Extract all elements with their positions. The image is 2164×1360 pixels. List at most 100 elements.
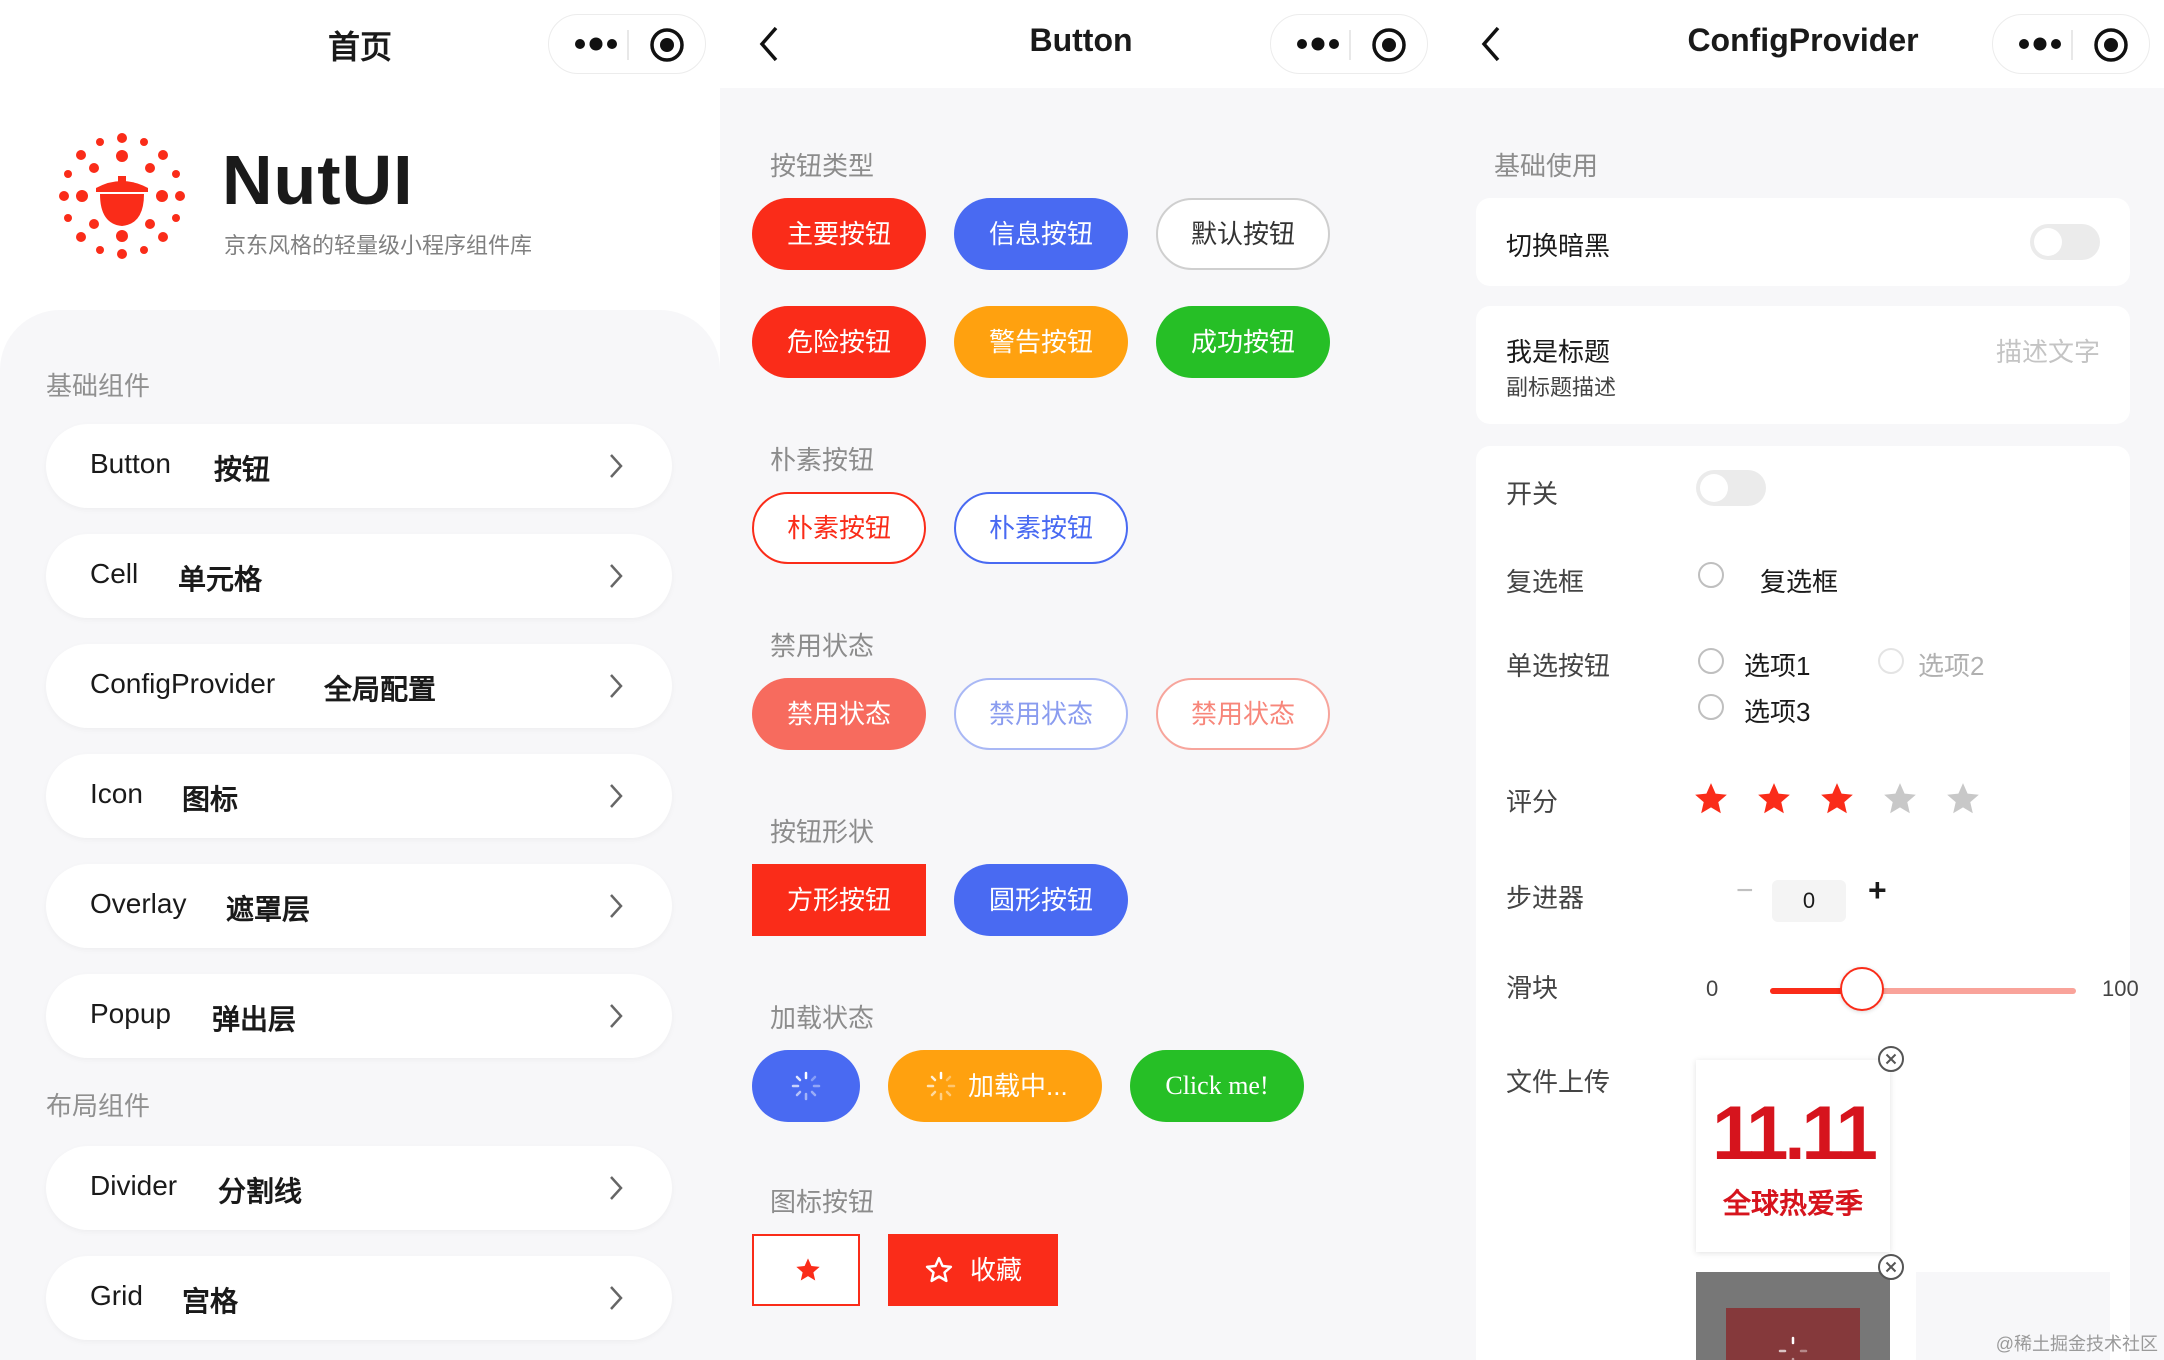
favorite-button[interactable]: 收藏: [888, 1234, 1058, 1306]
nav-item-en: Button: [90, 448, 171, 479]
more-icon[interactable]: [571, 29, 621, 59]
radio-label: 单选按钮: [1506, 651, 1611, 681]
stepper-minus-button[interactable]: −: [1736, 874, 1754, 908]
warning-button[interactable]: 警告按钮: [954, 306, 1128, 378]
checkbox-text: 复选框: [1760, 567, 1839, 597]
dark-mode-switch[interactable]: [2030, 224, 2100, 260]
form-switch[interactable]: [1696, 470, 1766, 506]
disabled-plain-primary-button: 禁用状态: [1156, 678, 1330, 750]
miniprogram-capsule: [1270, 14, 1428, 74]
click-me-button[interactable]: Click me!: [1130, 1050, 1304, 1122]
configprovider-demo-screen: ConfigProvider 基础使用 切换暗黑 我是标题 副标题描述 描述文字…: [1442, 0, 2164, 1360]
demo-cell[interactable]: 我是标题 副标题描述 描述文字: [1476, 306, 2130, 424]
star-filled-icon[interactable]: [1692, 780, 1730, 818]
button-demo-screen: Button 按钮类型 主要按钮 信息按钮 默认按钮 危险按钮 警告按钮 成功按…: [720, 0, 1442, 1360]
nav-item-en: Grid: [90, 1280, 143, 1311]
capsule-divider: [627, 30, 629, 60]
loading-spinner-icon: [926, 1071, 956, 1101]
star-icon: [796, 1258, 820, 1281]
star-filled-icon[interactable]: [1818, 780, 1856, 818]
nav-item-zh: 宫格: [182, 1286, 239, 1317]
capsule-divider: [1349, 30, 1351, 60]
stepper-plus-button[interactable]: +: [1868, 872, 1887, 909]
upload-loading-preview: [1696, 1272, 1890, 1360]
home-screen: 首页 NutUI 京东风格的轻量级小程序组件库 基础组件 Button 按钮 C…: [0, 0, 720, 1360]
plain-primary-button[interactable]: 朴素按钮: [752, 492, 926, 564]
square-button[interactable]: 方形按钮: [752, 864, 926, 936]
nav-item-icon[interactable]: Icon 图标: [46, 754, 672, 838]
section-title-basic: 基础组件: [46, 371, 151, 401]
nav-item-button[interactable]: Button 按钮: [46, 424, 672, 508]
loading-spinner-icon: [791, 1071, 821, 1101]
plain-info-button[interactable]: 朴素按钮: [954, 492, 1128, 564]
default-button[interactable]: 默认按钮: [1156, 198, 1330, 270]
dark-mode-cell: 切换暗黑: [1476, 198, 2130, 286]
chevron-right-icon: [610, 784, 623, 808]
chevron-right-icon: [610, 894, 623, 918]
nav-item-en: Popup: [90, 998, 171, 1029]
star-empty-icon[interactable]: [1881, 780, 1919, 818]
nav-item-zh: 遮罩层: [226, 894, 311, 925]
round-button[interactable]: 圆形按钮: [954, 864, 1128, 936]
danger-button[interactable]: 危险按钮: [752, 306, 926, 378]
miniprogram-capsule: [1992, 14, 2150, 74]
slider-max: 100: [2102, 976, 2139, 1001]
upload-image-logo: 11.11: [1712, 1091, 1878, 1176]
nav-item-en: Icon: [90, 778, 143, 809]
chevron-right-icon: [610, 674, 623, 698]
upload-label: 文件上传: [1506, 1067, 1611, 1097]
nav-item-overlay[interactable]: Overlay 遮罩层: [46, 864, 672, 948]
nav-item-zh: 图标: [182, 784, 239, 815]
demo-form: 开关 复选框 复选框 单选按钮 选项1 选项2 选项3 评分 步进器 − 0 +…: [1476, 446, 2139, 1360]
checkbox[interactable]: [1698, 562, 1724, 588]
group-title-disabled: 禁用状态: [770, 631, 875, 661]
loading-icon-button[interactable]: [752, 1050, 860, 1122]
disabled-plain-info-button: 禁用状态: [954, 678, 1128, 750]
chevron-right-icon: [610, 564, 623, 588]
close-miniprogram-icon[interactable]: [649, 27, 685, 63]
slider-track[interactable]: [1770, 967, 2076, 1011]
checkbox-label: 复选框: [1506, 567, 1585, 597]
disabled-primary-button: 禁用状态: [752, 678, 926, 750]
radio-option-3[interactable]: [1698, 694, 1724, 720]
slider-thumb[interactable]: [1839, 967, 1884, 1011]
cell-description: 描述文字: [1995, 337, 2100, 367]
loading-text-button[interactable]: 加载中...: [888, 1050, 1102, 1122]
icon-star-button[interactable]: [752, 1234, 860, 1306]
nav-item-zh: 全局配置: [324, 674, 437, 705]
chevron-right-icon: [610, 1286, 623, 1310]
switch-label: 开关: [1506, 479, 1559, 509]
success-button[interactable]: 成功按钮: [1156, 306, 1330, 378]
nav-item-cell[interactable]: Cell 单元格: [46, 534, 672, 618]
section-title: 基础使用: [1494, 151, 1599, 181]
upload-image-text: 全球热爱季: [1722, 1188, 1863, 1219]
info-button[interactable]: 信息按钮: [954, 198, 1128, 270]
primary-button[interactable]: 主要按钮: [752, 198, 926, 270]
star-filled-icon[interactable]: [1755, 780, 1793, 818]
favorite-button-label: 收藏: [970, 1255, 1023, 1285]
dark-mode-label: 切换暗黑: [1506, 231, 1611, 261]
nav-item-en: Overlay: [90, 888, 187, 919]
capsule-divider: [2071, 30, 2073, 60]
close-miniprogram-icon[interactable]: [2093, 27, 2129, 63]
radio-option-1[interactable]: [1698, 648, 1724, 674]
watermark: @稀土掘金技术社区: [1995, 1334, 2158, 1354]
brand-subtitle: 京东风格的轻量级小程序组件库: [224, 233, 533, 258]
nav-item-divider[interactable]: Divider 分割线: [46, 1146, 672, 1230]
more-icon[interactable]: [1293, 29, 1343, 59]
nav-item-popup[interactable]: Popup 弹出层: [46, 974, 672, 1058]
delete-upload-icon[interactable]: [1876, 1252, 1906, 1282]
nav-item-zh: 按钮: [214, 454, 271, 485]
nav-item-grid[interactable]: Grid 宫格: [46, 1256, 672, 1340]
more-icon[interactable]: [2015, 29, 2065, 59]
slider-label: 滑块: [1506, 973, 1559, 1003]
nav-item-configprovider[interactable]: ConfigProvider 全局配置: [46, 644, 672, 728]
chevron-right-icon: [610, 1004, 623, 1028]
close-miniprogram-icon[interactable]: [1371, 27, 1407, 63]
group-title-plain: 朴素按钮: [770, 445, 875, 475]
delete-upload-icon[interactable]: [1876, 1044, 1906, 1074]
star-empty-icon[interactable]: [1944, 780, 1982, 818]
group-title-types: 按钮类型: [770, 151, 875, 181]
upload-preview-image[interactable]: 11.11 全球热爱季: [1696, 1060, 1890, 1252]
stepper-input[interactable]: 0: [1772, 880, 1846, 922]
